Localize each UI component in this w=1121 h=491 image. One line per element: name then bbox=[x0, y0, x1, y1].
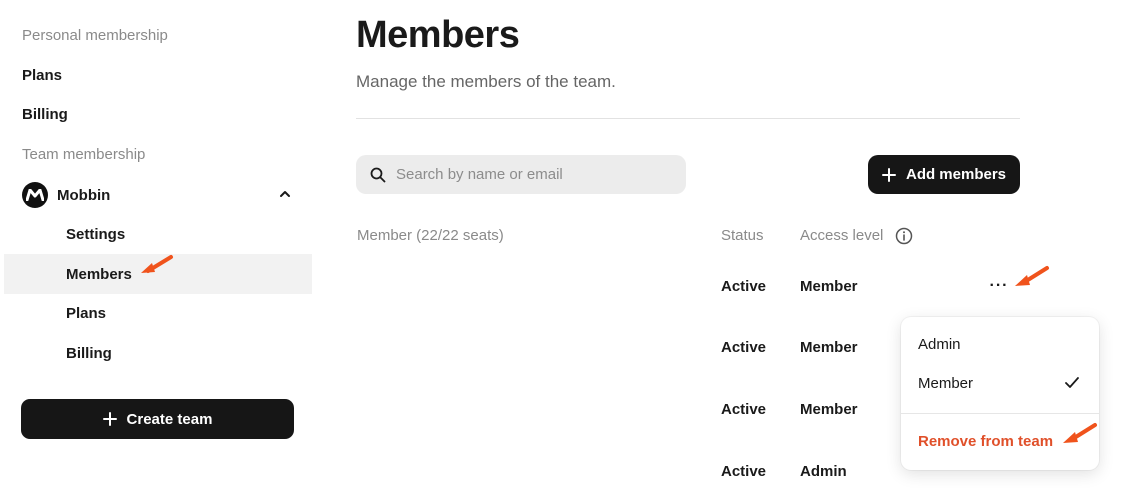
sidebar-item-team-plans[interactable]: Plans bbox=[4, 293, 312, 333]
create-team-label: Create team bbox=[126, 410, 213, 428]
sidebar: Personal membership Plans Billing Team m… bbox=[0, 0, 312, 491]
menu-item-admin[interactable]: Admin bbox=[918, 336, 961, 353]
row-status: Active bbox=[721, 339, 767, 356]
plus-icon bbox=[102, 412, 117, 426]
create-team-button[interactable]: Create team bbox=[21, 399, 294, 439]
pointer-arrow-icon bbox=[1015, 266, 1049, 286]
row-access-level: Member bbox=[800, 278, 858, 295]
sidebar-item-billing[interactable]: Billing bbox=[22, 106, 68, 123]
page-subtitle: Manage the members of the team. bbox=[356, 72, 616, 91]
check-icon bbox=[1065, 377, 1079, 388]
row-status: Active bbox=[721, 463, 767, 480]
page-title: Members bbox=[356, 14, 520, 56]
row-access-level: Member bbox=[800, 401, 858, 418]
mobbin-logo-icon bbox=[22, 182, 48, 208]
row-status: Active bbox=[721, 401, 767, 418]
menu-item-member[interactable]: Member bbox=[918, 375, 973, 392]
team-switcher[interactable]: Mobbin bbox=[22, 181, 298, 209]
more-options-button[interactable]: ··· bbox=[988, 276, 1010, 296]
add-members-label: Add members bbox=[905, 166, 1007, 183]
row-status: Active bbox=[721, 278, 767, 295]
row-access-level: Member bbox=[800, 339, 858, 356]
search-input[interactable] bbox=[396, 166, 656, 183]
access-level-menu: Admin Member Remove from team bbox=[901, 317, 1099, 470]
sidebar-item-plans[interactable]: Plans bbox=[22, 67, 62, 84]
personal-membership-label: Personal membership bbox=[22, 27, 168, 44]
divider bbox=[356, 118, 1020, 119]
sidebar-item-team-billing[interactable]: Billing bbox=[4, 333, 312, 373]
pointer-arrow-icon bbox=[141, 255, 173, 273]
row-access-level: Admin bbox=[800, 463, 847, 480]
plus-icon bbox=[881, 167, 896, 182]
column-header-access-level: Access level bbox=[800, 227, 884, 244]
sidebar-item-team-settings[interactable]: Settings bbox=[4, 214, 312, 254]
search-bar[interactable] bbox=[356, 155, 686, 194]
pointer-arrow-icon bbox=[1063, 423, 1097, 443]
column-header-member: Member (22/22 seats) bbox=[357, 227, 504, 244]
add-members-button[interactable]: Add members bbox=[868, 155, 1020, 194]
menu-divider bbox=[901, 413, 1099, 414]
team-membership-label: Team membership bbox=[22, 146, 146, 163]
info-icon[interactable] bbox=[895, 227, 913, 245]
team-name: Mobbin bbox=[57, 186, 111, 204]
search-icon bbox=[370, 167, 386, 182]
column-header-status: Status bbox=[721, 227, 764, 244]
chevron-up-icon[interactable] bbox=[278, 187, 292, 206]
remove-from-team-button[interactable]: Remove from team bbox=[918, 433, 1053, 450]
